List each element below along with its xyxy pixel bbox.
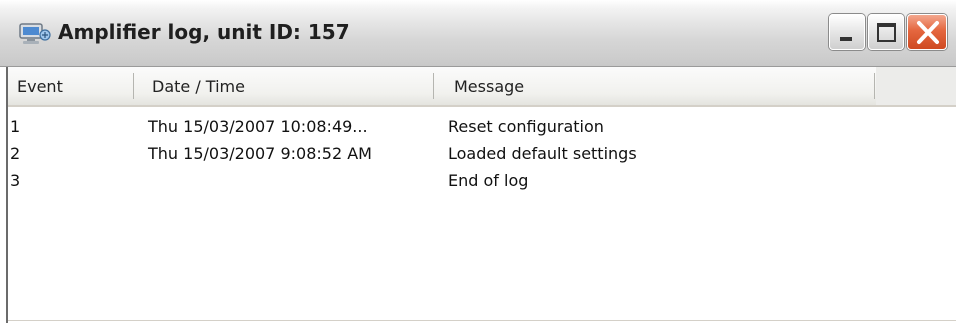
- event-cell: 2: [10, 144, 21, 163]
- column-separator[interactable]: [874, 73, 875, 99]
- column-separator[interactable]: [433, 73, 434, 99]
- column-header-date-time[interactable]: Date / Time: [152, 67, 245, 105]
- close-icon: [917, 21, 939, 44]
- datetime-cell: Thu 15/03/2007 10:08:49...: [148, 117, 368, 136]
- column-header-filler: [876, 67, 956, 105]
- column-separator[interactable]: [133, 73, 134, 99]
- minimize-icon: [840, 37, 852, 41]
- table-row[interactable]: 1 Thu 15/03/2007 10:08:49... Reset confi…: [8, 114, 956, 142]
- table-row[interactable]: 3 End of log: [8, 168, 956, 196]
- maximize-button[interactable]: [868, 14, 904, 50]
- column-header-event[interactable]: Event: [17, 67, 63, 105]
- amplifier-log-window: Amplifier log, unit ID: 157 Event Date /…: [0, 0, 956, 323]
- event-cell: 1: [10, 117, 21, 136]
- datetime-cell: Thu 15/03/2007 9:08:52 AM: [148, 144, 372, 163]
- close-button[interactable]: [907, 14, 947, 50]
- minimize-button[interactable]: [829, 14, 865, 50]
- amplifier-app-icon[interactable]: [18, 21, 52, 47]
- table-row[interactable]: 2 Thu 15/03/2007 9:08:52 AM Loaded defau…: [8, 141, 956, 169]
- message-cell: Loaded default settings: [448, 144, 637, 163]
- message-cell: End of log: [448, 171, 529, 190]
- maximize-icon: [877, 23, 896, 42]
- title-bar[interactable]: Amplifier log, unit ID: 157: [0, 0, 956, 67]
- list-header: Event Date / Time Message: [8, 67, 956, 107]
- log-list[interactable]: 1 Thu 15/03/2007 10:08:49... Reset confi…: [8, 107, 956, 323]
- message-cell: Reset configuration: [448, 117, 604, 136]
- list-bottom-border: [8, 320, 956, 321]
- column-header-message[interactable]: Message: [454, 67, 524, 105]
- window-title: Amplifier log, unit ID: 157: [58, 20, 350, 44]
- event-cell: 3: [10, 171, 21, 190]
